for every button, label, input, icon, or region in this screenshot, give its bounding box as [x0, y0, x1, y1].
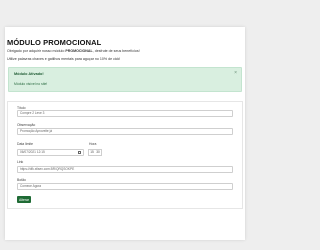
calendar-icon[interactable] [78, 150, 81, 154]
botao-input[interactable]: Comece Agora [17, 183, 233, 190]
success-alert: Módulo Ativado! Módulo visível no site! … [8, 67, 242, 92]
submit-button[interactable]: Alterar [17, 196, 31, 203]
hora-label: Hora [89, 142, 97, 146]
observacao-input[interactable]: Promoção Aproveite já [17, 128, 233, 135]
hora-input[interactable]: 15 30 [88, 149, 102, 156]
page-subtitle: Obrigado por adquirir nosso módulo PROMO… [7, 49, 243, 53]
link-label: Link [17, 160, 24, 164]
alert-text: Módulo visível no site! [14, 82, 48, 86]
data-limite-label: Data limite [17, 142, 34, 146]
data-limite-value: 06/07/2021 12:15 [20, 150, 45, 154]
page-hint: Utilize palavras chaves e gatilhos menta… [7, 57, 121, 61]
botao-label: Botão [17, 178, 26, 182]
data-limite-input[interactable]: 06/07/2021 12:15 [17, 149, 84, 156]
link-input[interactable]: https://dfk.xtlsex.com.BR/QRQSOKPE [17, 166, 233, 173]
subtitle-bold: PROMOCIONAL [65, 49, 93, 53]
hora-minute[interactable]: 30 [96, 150, 100, 154]
close-icon[interactable]: × [234, 71, 237, 76]
observacao-label: Observação [17, 123, 36, 127]
titulo-input[interactable]: Compre 2 Leve 3 [17, 110, 233, 117]
hora-hour[interactable]: 15 [90, 150, 94, 154]
alert-title: Módulo Ativado! [14, 72, 44, 76]
subtitle-prefix: Obrigado por adquirir nosso módulo [7, 49, 66, 53]
page-title: MÓDULO PROMOCIONAL [7, 38, 102, 47]
subtitle-suffix: , desfrute de seus benefícios! [92, 49, 140, 53]
